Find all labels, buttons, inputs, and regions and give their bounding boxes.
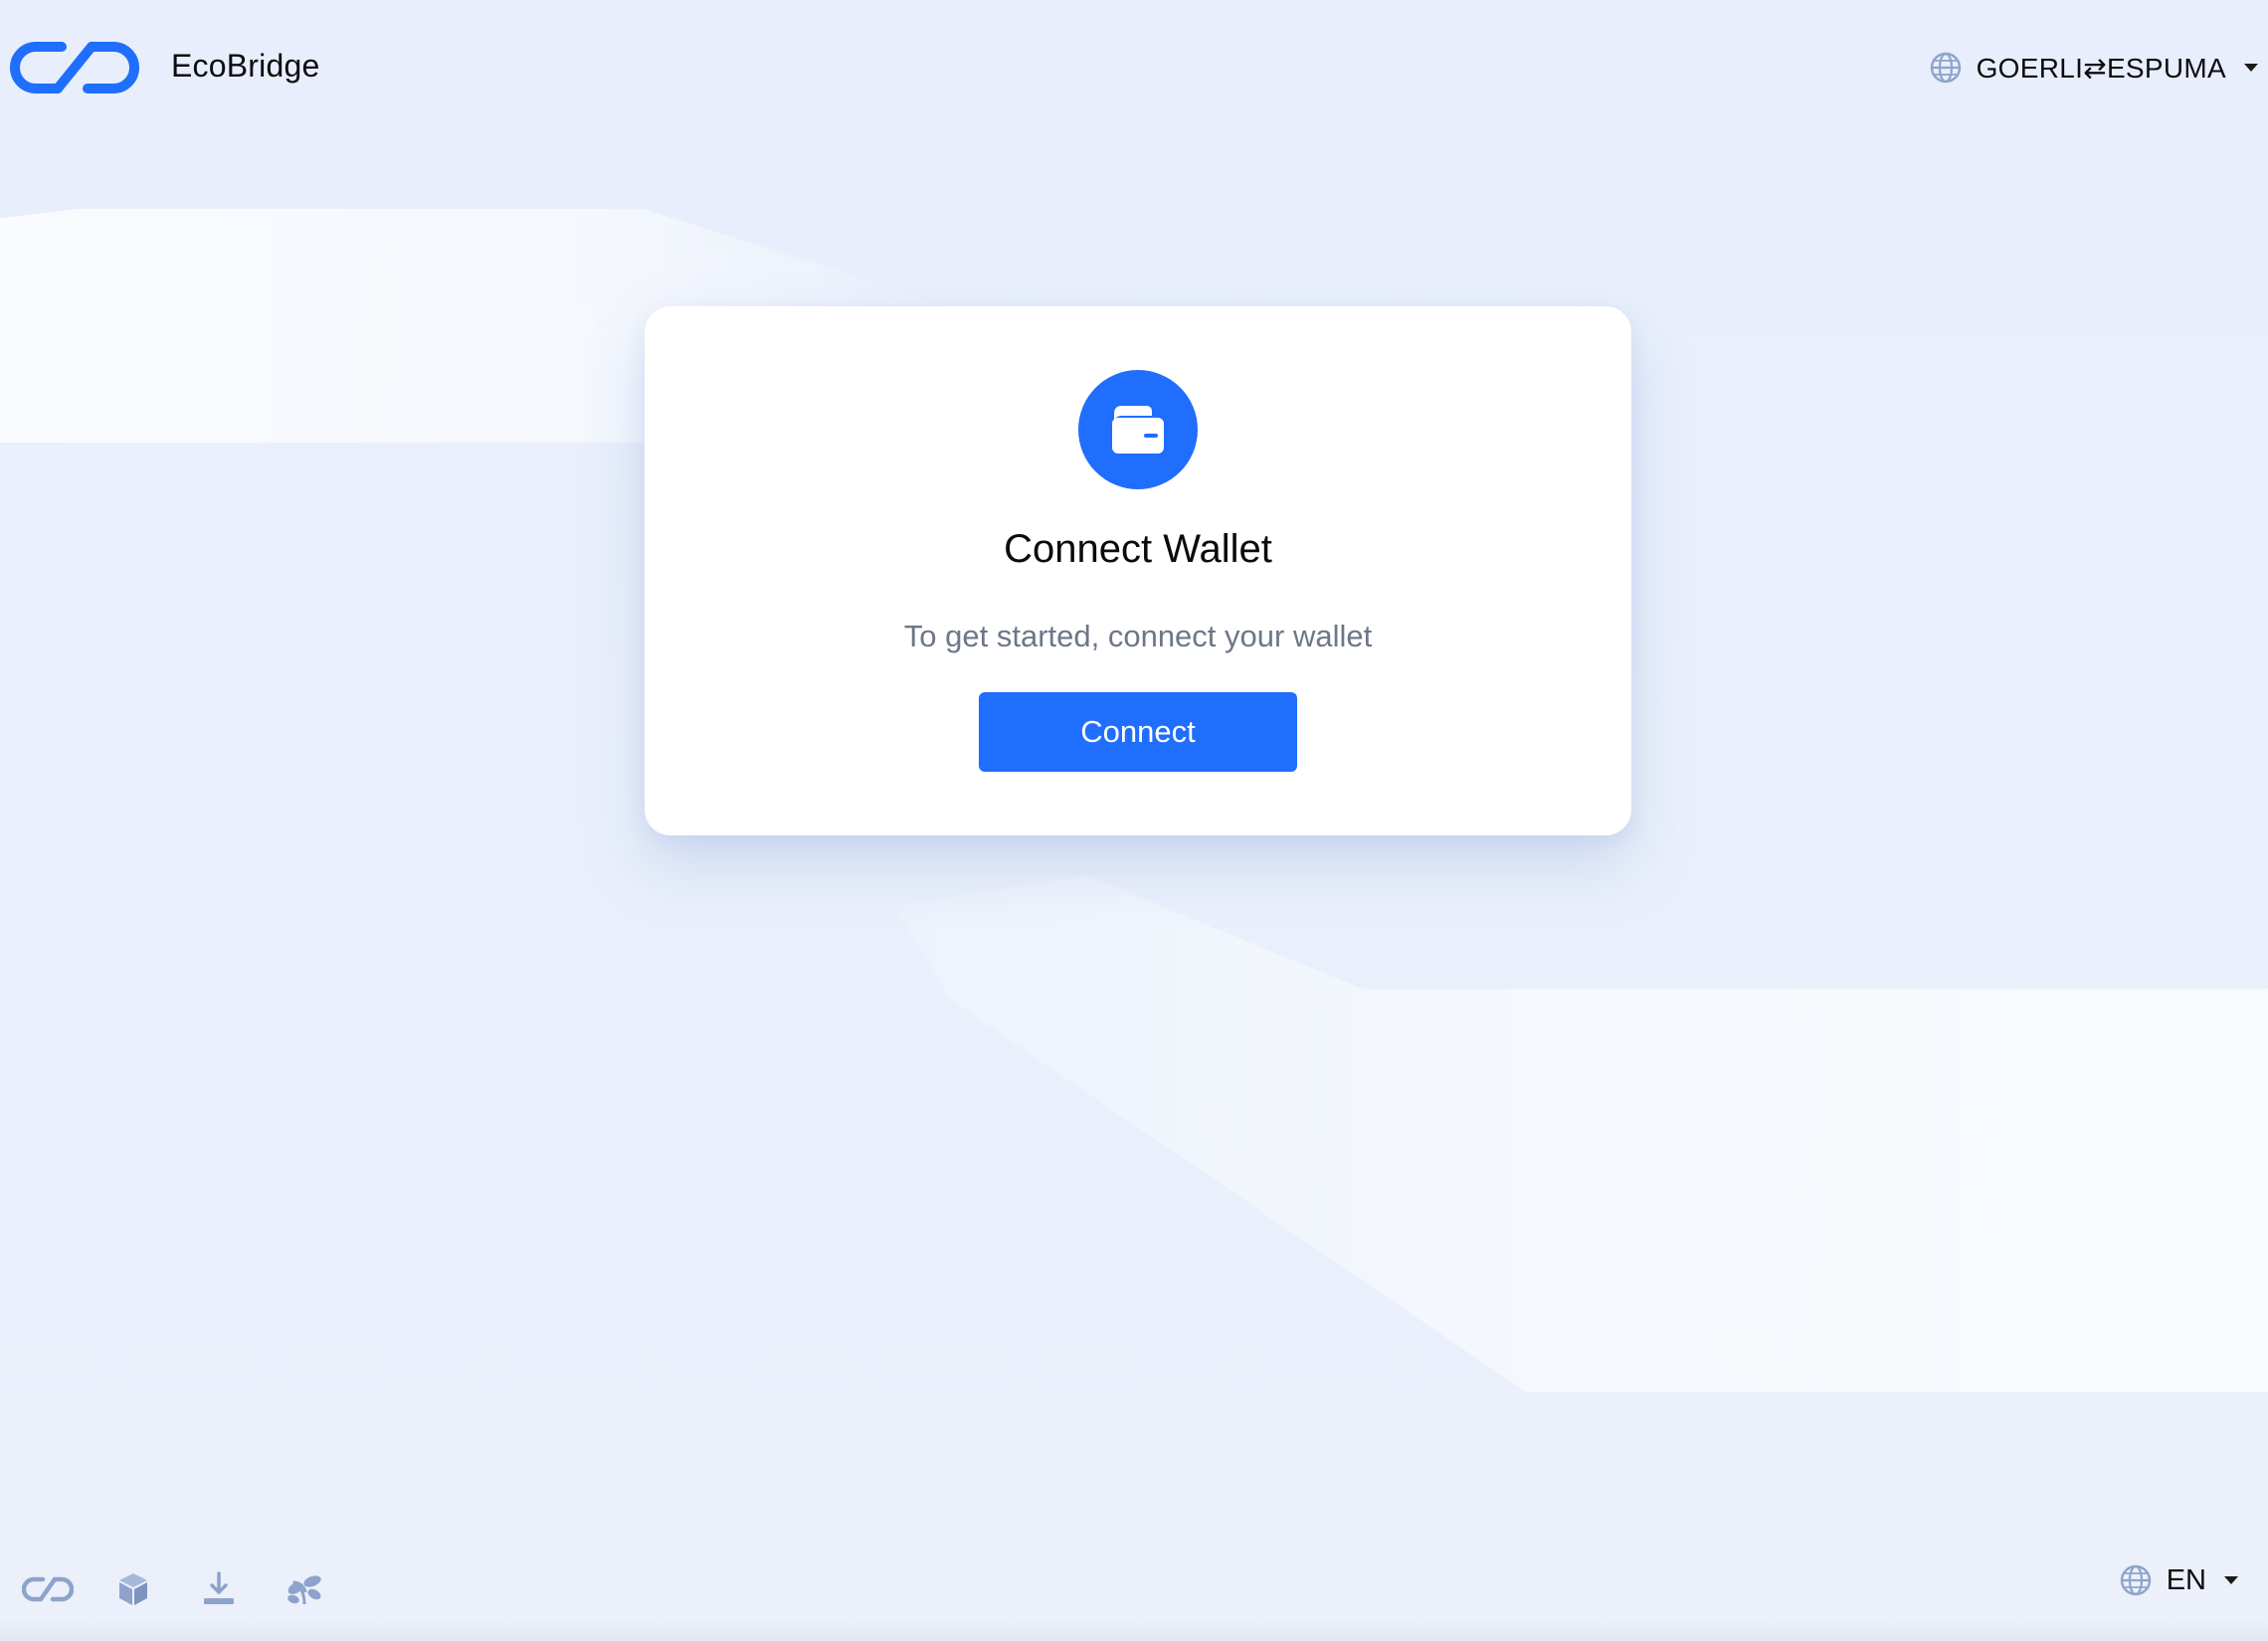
globe-icon	[2120, 1564, 2151, 1596]
wallet-icon	[1112, 406, 1164, 454]
card-title: Connect Wallet	[1004, 527, 1272, 571]
globe-icon	[1930, 52, 1961, 84]
background-shape-band	[895, 875, 2268, 1392]
language-label: EN	[2166, 1563, 2206, 1596]
card-subtitle: To get started, connect your wallet	[903, 619, 1373, 653]
network-label: GOERLI⇄ESPUMA	[1976, 52, 2226, 84]
app-page: EcoBridge GOERLI⇄ESPUMA Connect Wallet T…	[0, 0, 2268, 1641]
network-selector[interactable]: GOERLI⇄ESPUMA	[1929, 46, 2258, 90]
cube-icon[interactable]	[107, 1565, 159, 1613]
language-selector[interactable]: EN	[2119, 1563, 2238, 1597]
footer-icon-bar	[22, 1565, 330, 1613]
connect-wallet-card: Connect Wallet To get started, connect y…	[645, 306, 1631, 835]
plant-icon[interactable]	[279, 1565, 330, 1613]
chain-link-logo-icon[interactable]	[8, 38, 141, 97]
download-icon[interactable]	[193, 1565, 245, 1613]
bottom-edge	[0, 1619, 2268, 1641]
chain-link-icon[interactable]	[22, 1565, 74, 1613]
caret-down-icon	[2224, 1576, 2238, 1584]
brand-name: EcoBridge	[171, 48, 320, 84]
connect-button[interactable]: Connect	[979, 692, 1297, 772]
wallet-badge	[1078, 370, 1198, 489]
caret-down-icon	[2244, 64, 2258, 72]
